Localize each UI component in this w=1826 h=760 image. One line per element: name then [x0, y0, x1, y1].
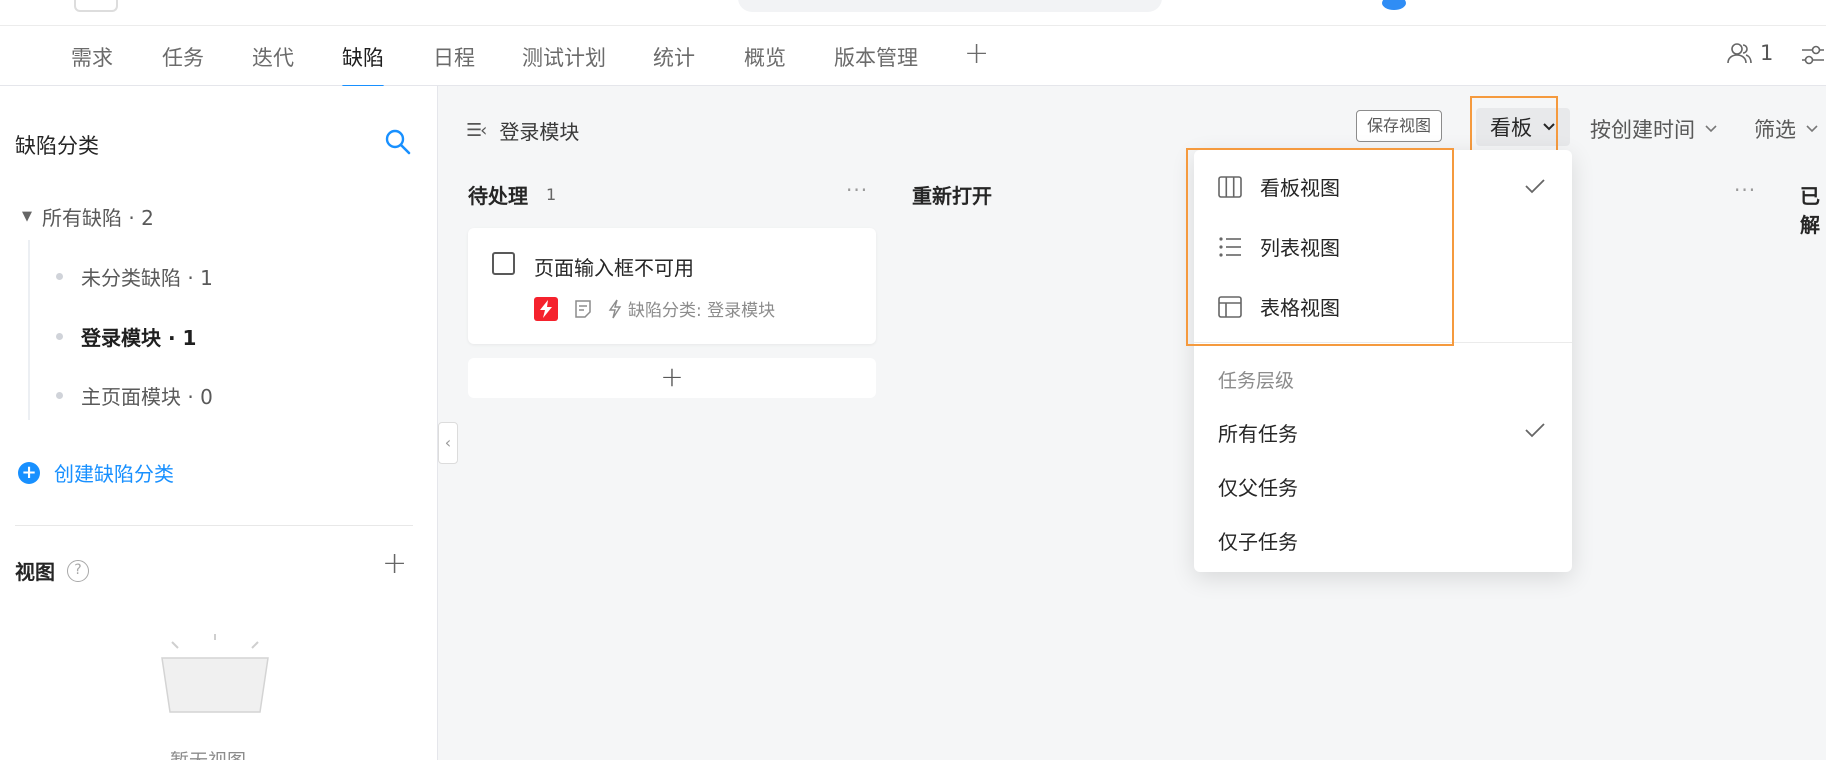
menu-group-title: 任务层级	[1218, 370, 1295, 392]
defect-card[interactable]: 页面输入框不可用 缺陷分类: 登录模块	[468, 228, 876, 344]
global-search-bar[interactable]	[738, 0, 1162, 12]
menu-item-label: 仅子任务	[1218, 530, 1298, 554]
lightning-icon	[608, 299, 622, 318]
sliders-icon[interactable]	[1800, 42, 1826, 68]
view-switch-highlight-box	[1470, 96, 1558, 158]
tree-root-label: 所有缺陷 · 2	[42, 206, 154, 230]
note-icon	[575, 299, 591, 318]
add-tab-button[interactable]: +	[964, 36, 989, 71]
caret-down-icon[interactable]: ▼	[22, 209, 32, 224]
sort-label: 按创建时间	[1590, 118, 1695, 142]
column-count: 1	[546, 185, 557, 204]
menu-fold-icon[interactable]: ☰‹	[466, 120, 487, 141]
chevron-down-icon	[1806, 125, 1818, 133]
sidebar-item-label: 主页面模块 · 0	[81, 385, 213, 409]
add-view-button[interactable]: +	[382, 546, 407, 581]
members-button[interactable]: 1	[1726, 40, 1773, 66]
chevron-down-icon	[1705, 125, 1717, 133]
tab-schedule[interactable]: 日程	[433, 42, 475, 72]
card-category: 缺陷分类: 登录模块	[608, 296, 775, 321]
save-view-button[interactable]: 保存视图	[1356, 110, 1443, 142]
app-logo	[74, 0, 118, 12]
column-header-resolved: 已解	[1800, 180, 1826, 238]
tab-iterations[interactable]: 迭代	[252, 42, 294, 72]
bullet-icon	[56, 333, 63, 340]
sidebar-divider	[15, 525, 413, 526]
sidebar-item-login-module[interactable]: 登录模块 · 1	[56, 322, 196, 351]
top-header	[0, 0, 1826, 26]
column-header-pending: 待处理 1	[468, 180, 556, 209]
collapse-sidebar-handle[interactable]: ‹	[438, 422, 458, 464]
card-meta: 缺陷分类: 登录模块	[534, 296, 775, 321]
views-section-title: 视图 ?	[15, 556, 89, 585]
chevron-left-icon: ‹	[444, 433, 452, 452]
sidebar-item-label: 登录模块 · 1	[81, 326, 197, 350]
user-icon	[1727, 43, 1752, 64]
defect-category-sidebar: 缺陷分类 ▼ 所有缺陷 · 2 未分类缺陷 · 1 登录模块 · 1 主页面模块…	[0, 86, 438, 760]
tab-statistics[interactable]: 统计	[653, 42, 695, 72]
empty-views-text: 暂无视图	[170, 746, 246, 760]
tab-overview[interactable]: 概览	[744, 42, 786, 72]
view-options-highlight-box	[1186, 148, 1454, 346]
menu-item-subtasks-only[interactable]: 仅子任务	[1218, 526, 1298, 555]
help-icon[interactable]: ?	[67, 559, 89, 582]
column-header-reopened: 重新打开	[912, 180, 992, 209]
sidebar-item-label: 未分类缺陷 · 1	[81, 266, 213, 290]
menu-item-label: 所有任务	[1218, 422, 1298, 446]
bullet-icon	[56, 273, 63, 280]
add-card-button[interactable]: +	[468, 358, 876, 398]
check-icon	[1525, 423, 1545, 438]
column-title: 已解	[1800, 184, 1820, 237]
members-count: 1	[1760, 41, 1774, 65]
sidebar-title: 缺陷分类	[15, 134, 99, 158]
tab-defects[interactable]: 缺陷	[342, 42, 384, 88]
column-more-icon[interactable]: ···	[846, 178, 868, 202]
menu-item-parent-tasks-only[interactable]: 仅父任务	[1218, 472, 1298, 501]
menu-item-label: 仅父任务	[1218, 476, 1298, 500]
column-more-icon[interactable]: ···	[1734, 178, 1756, 202]
tab-requirements[interactable]: 需求	[71, 42, 113, 72]
column-title: 重新打开	[912, 184, 992, 208]
sort-dropdown[interactable]: 按创建时间	[1590, 114, 1717, 144]
tab-test-plan[interactable]: 测试计划	[522, 42, 606, 72]
tab-tasks[interactable]: 任务	[162, 42, 204, 72]
plus-circle-icon: +	[18, 461, 40, 484]
bullet-icon	[56, 392, 63, 399]
column-title: 待处理	[468, 184, 528, 208]
sidebar-item-uncategorized[interactable]: 未分类缺陷 · 1	[56, 262, 213, 291]
card-checkbox[interactable]	[492, 252, 515, 275]
tree-guide-line	[28, 240, 30, 420]
user-avatar[interactable]	[1382, 0, 1406, 10]
tab-version-management[interactable]: 版本管理	[834, 42, 918, 72]
filter-dropdown[interactable]: 筛选	[1754, 114, 1818, 144]
empty-box-illustration	[161, 634, 269, 713]
create-category-button[interactable]: + 创建缺陷分类	[18, 458, 174, 487]
card-category-label: 缺陷分类: 登录模块	[628, 301, 776, 321]
breadcrumb: ☰‹ 登录模块	[466, 116, 579, 145]
search-icon[interactable]	[384, 128, 412, 156]
filter-label: 筛选	[1754, 118, 1796, 142]
sidebar-item-homepage-module[interactable]: 主页面模块 · 0	[56, 381, 213, 410]
card-title: 页面输入框不可用	[534, 256, 694, 280]
views-title-label: 视图	[15, 560, 55, 584]
defect-type-bolt-icon	[534, 296, 558, 321]
menu-item-all-tasks[interactable]: 所有任务	[1218, 418, 1298, 447]
project-tabs: 需求 任务 迭代 缺陷 日程 测试计划 统计 概览 版本管理 + 1	[0, 26, 1826, 88]
breadcrumb-current: 登录模块	[499, 120, 580, 144]
create-category-label: 创建缺陷分类	[54, 462, 174, 486]
check-icon	[1525, 179, 1545, 194]
tree-root-all-defects[interactable]: ▼ 所有缺陷 · 2	[22, 202, 154, 231]
